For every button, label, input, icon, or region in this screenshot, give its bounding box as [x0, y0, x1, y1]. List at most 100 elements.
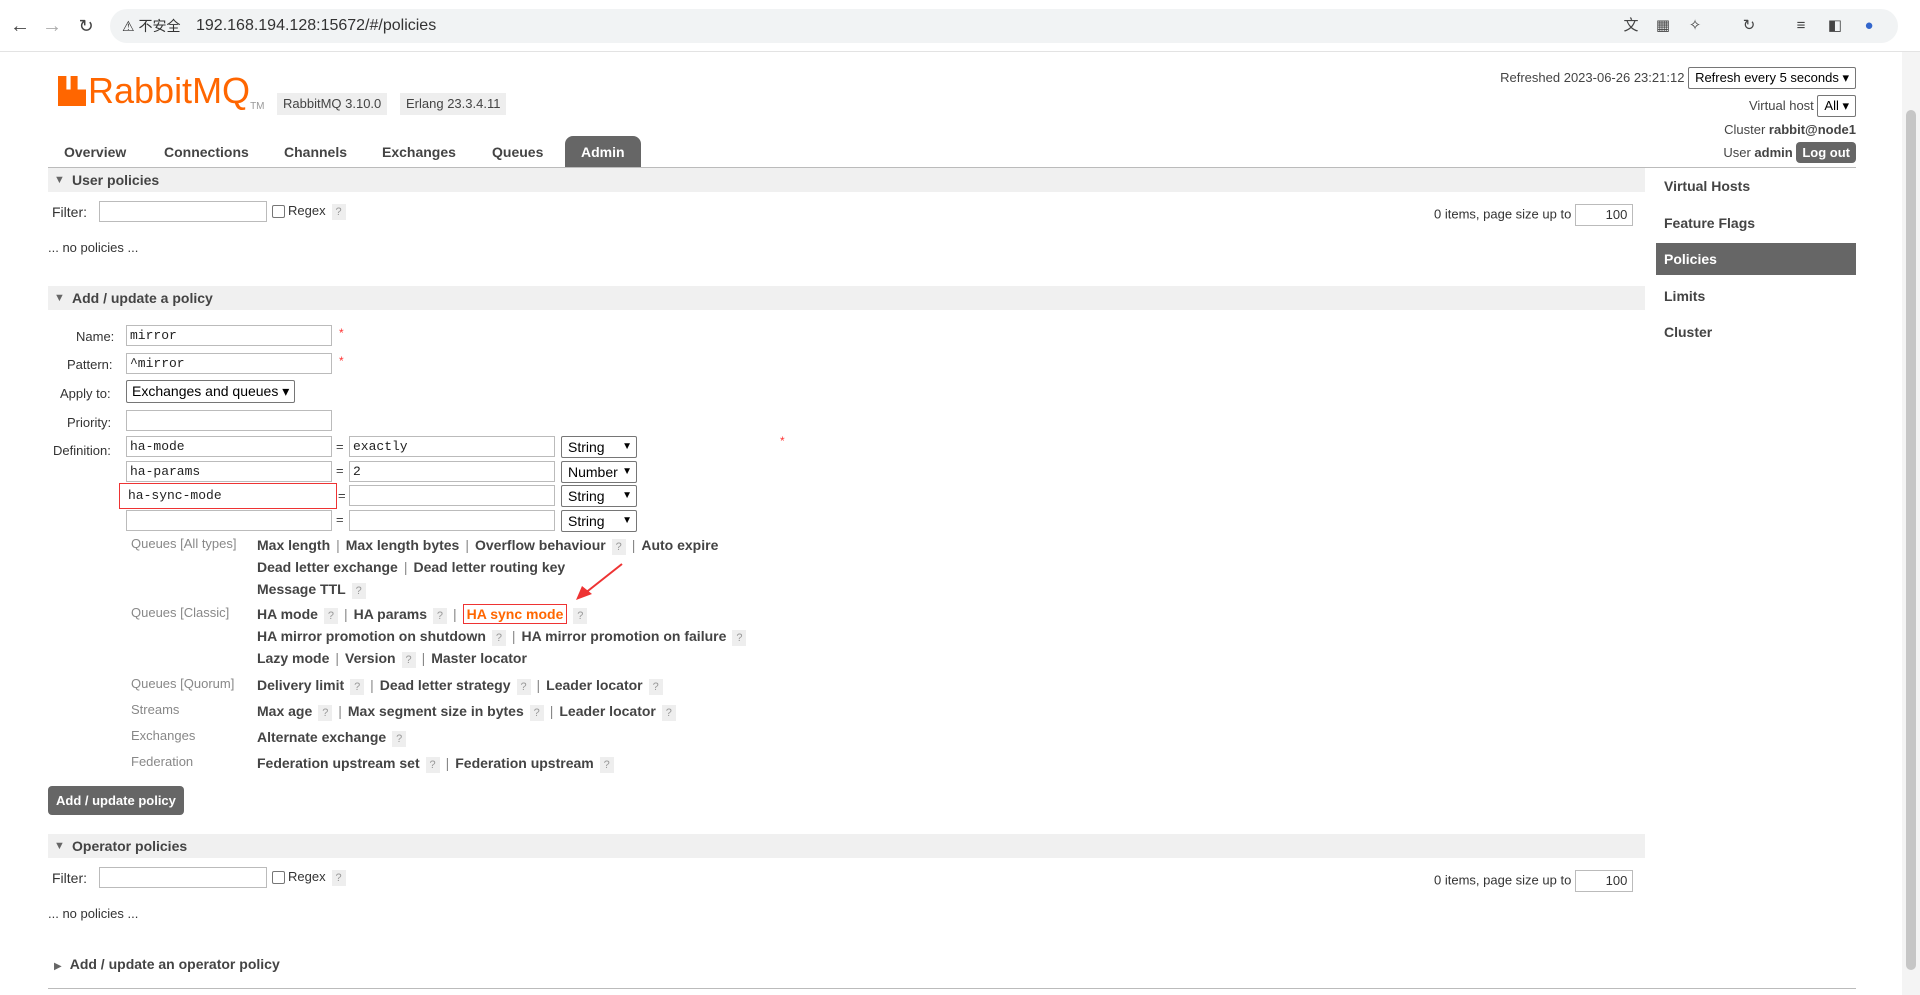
key-version[interactable]: Version — [345, 650, 396, 666]
help-icon[interactable]: ? — [661, 705, 676, 721]
translate-icon[interactable]: 文 — [1622, 17, 1640, 35]
help-icon[interactable]: ? — [323, 608, 338, 624]
help-icon[interactable]: ? — [573, 608, 588, 624]
regex-toggle[interactable]: Regex? — [272, 203, 346, 220]
key-dead-letter-routing-key[interactable]: Dead letter routing key — [413, 559, 565, 575]
tab-channels[interactable]: Channels — [268, 136, 363, 168]
sidepanel-icon[interactable]: ◧ — [1826, 17, 1844, 35]
key-ha-mode[interactable]: HA mode — [257, 606, 318, 622]
profile-icon[interactable]: ● — [1860, 17, 1878, 35]
key-overflow[interactable]: Overflow behaviour — [475, 537, 606, 553]
help-icon[interactable]: ? — [599, 757, 614, 773]
key-ha-promotion-shutdown[interactable]: HA mirror promotion on shutdown — [257, 628, 486, 644]
help-icon[interactable]: ? — [529, 705, 544, 721]
regex-checkbox[interactable] — [272, 871, 285, 885]
sidebar-item-cluster[interactable]: Cluster — [1656, 316, 1856, 348]
extension-icon[interactable]: ✧ — [1686, 17, 1704, 35]
sidebar-item-policies[interactable]: Policies — [1656, 243, 1856, 275]
help-icon[interactable]: ? — [425, 757, 440, 773]
key-leader-locator[interactable]: Leader locator — [546, 677, 642, 693]
key-message-ttl[interactable]: Message TTL — [257, 581, 346, 597]
help-icon[interactable]: ? — [516, 679, 531, 695]
page-size-input[interactable]: 100 — [1575, 204, 1634, 226]
key-lazy-mode[interactable]: Lazy mode — [257, 650, 329, 666]
apply-to-select[interactable]: Exchanges and queues ▾ — [126, 380, 296, 403]
key-master-locator[interactable]: Master locator — [431, 650, 527, 666]
definition-type-select[interactable]: String ▼ — [561, 436, 637, 458]
definition-type-select[interactable]: String ▼ — [561, 510, 637, 532]
reload-icon[interactable]: ↻ — [74, 14, 98, 38]
back-icon[interactable]: ← — [8, 14, 32, 38]
logout-button[interactable]: Log out — [1796, 142, 1856, 163]
forward-icon[interactable]: → — [40, 14, 64, 38]
key-ha-sync-mode-highlighted[interactable]: HA sync mode — [462, 604, 568, 624]
help-icon[interactable]: ? — [318, 705, 333, 721]
sidebar-item-limits[interactable]: Limits — [1656, 280, 1856, 312]
sidebar-item-feature-flags[interactable]: Feature Flags — [1656, 207, 1856, 239]
key-ha-promotion-failure[interactable]: HA mirror promotion on failure — [522, 628, 727, 644]
key-dead-letter-strategy[interactable]: Dead letter strategy — [380, 677, 511, 693]
add-update-policy-button[interactable]: Add / update policy — [48, 786, 184, 815]
definition-value-input[interactable] — [349, 485, 555, 506]
tab-queues[interactable]: Queues — [476, 136, 559, 168]
key-alternate-exchange[interactable]: Alternate exchange — [257, 729, 386, 745]
key-federation-upstream-set[interactable]: Federation upstream set — [257, 755, 420, 771]
help-icon[interactable]: ? — [611, 539, 626, 555]
address-bar[interactable]: ⚠ 不安全 192.168.194.128:15672/#/policies 文… — [110, 9, 1898, 43]
definition-key-input[interactable]: ha-mode — [126, 436, 332, 457]
key-max-age[interactable]: Max age — [257, 703, 312, 719]
definition-key-input[interactable] — [126, 510, 332, 531]
definition-value-input[interactable]: 2 — [349, 461, 555, 482]
tab-connections[interactable]: Connections — [148, 136, 265, 168]
key-max-segment-size[interactable]: Max segment size in bytes — [348, 703, 524, 719]
add-policy-header[interactable]: ▼ Add / update a policy — [48, 286, 1645, 310]
reader-icon[interactable]: ▦ — [1654, 17, 1672, 35]
key-dead-letter-exchange[interactable]: Dead letter exchange — [257, 559, 398, 575]
refresh-select[interactable]: Refresh every 5 seconds ▾ — [1688, 67, 1856, 89]
operator-policies-header[interactable]: ▼ Operator policies — [48, 834, 1645, 858]
priority-input[interactable] — [126, 410, 332, 431]
not-secure-badge[interactable]: ⚠ 不安全 — [122, 17, 180, 35]
key-auto-expire[interactable]: Auto expire — [641, 537, 718, 553]
key-federation-upstream[interactable]: Federation upstream — [455, 755, 593, 771]
filter-input[interactable] — [99, 201, 267, 222]
vhost-select[interactable]: All ▾ — [1817, 95, 1856, 117]
page-size-input[interactable]: 100 — [1575, 870, 1634, 892]
key-leader-locator[interactable]: Leader locator — [559, 703, 655, 719]
tab-overview[interactable]: Overview — [48, 136, 142, 168]
definition-value-input[interactable] — [349, 510, 555, 531]
help-icon[interactable]: ? — [392, 731, 407, 747]
help-icon[interactable]: ? — [491, 630, 506, 646]
user-policies-header[interactable]: ▼ User policies — [48, 168, 1645, 192]
help-icon[interactable]: ? — [331, 203, 346, 220]
queue-icon[interactable]: ≡ — [1792, 17, 1810, 35]
sidebar-item-virtual-hosts[interactable]: Virtual Hosts — [1656, 170, 1856, 202]
regex-checkbox[interactable] — [272, 205, 285, 219]
help-icon[interactable]: ? — [331, 869, 346, 886]
definition-value-input[interactable]: exactly — [349, 436, 555, 457]
key-ha-params[interactable]: HA params — [354, 606, 427, 622]
name-input[interactable]: mirror — [126, 325, 332, 346]
key-max-length-bytes[interactable]: Max length bytes — [346, 537, 460, 553]
regex-toggle[interactable]: Regex? — [272, 869, 346, 886]
help-icon[interactable]: ? — [432, 608, 447, 624]
help-icon[interactable]: ? — [350, 679, 365, 695]
help-icon[interactable]: ? — [648, 679, 663, 695]
definition-type-select[interactable]: Number ▼ — [561, 461, 637, 483]
help-icon[interactable]: ? — [732, 630, 747, 646]
url-text[interactable]: 192.168.194.128:15672/#/policies — [196, 16, 436, 36]
scrollbar-thumb[interactable] — [1906, 110, 1916, 970]
page-scrollbar[interactable] — [1902, 52, 1920, 995]
share-icon[interactable]: ↻ — [1740, 17, 1758, 35]
definition-key-input[interactable]: ha-params — [126, 461, 332, 482]
definition-key-input-highlighted[interactable]: ha-sync-mode — [119, 483, 337, 509]
key-delivery-limit[interactable]: Delivery limit — [257, 677, 344, 693]
definition-type-select[interactable]: String ▼ — [561, 485, 637, 507]
pattern-input[interactable]: ^mirror — [126, 353, 332, 374]
tab-admin[interactable]: Admin — [565, 136, 641, 168]
add-operator-policy-header[interactable]: ▶ Add / update an operator policy — [48, 956, 280, 972]
help-icon[interactable]: ? — [401, 652, 416, 668]
help-icon[interactable]: ? — [351, 583, 366, 599]
operator-filter-input[interactable] — [99, 867, 267, 888]
key-max-length[interactable]: Max length — [257, 537, 330, 553]
